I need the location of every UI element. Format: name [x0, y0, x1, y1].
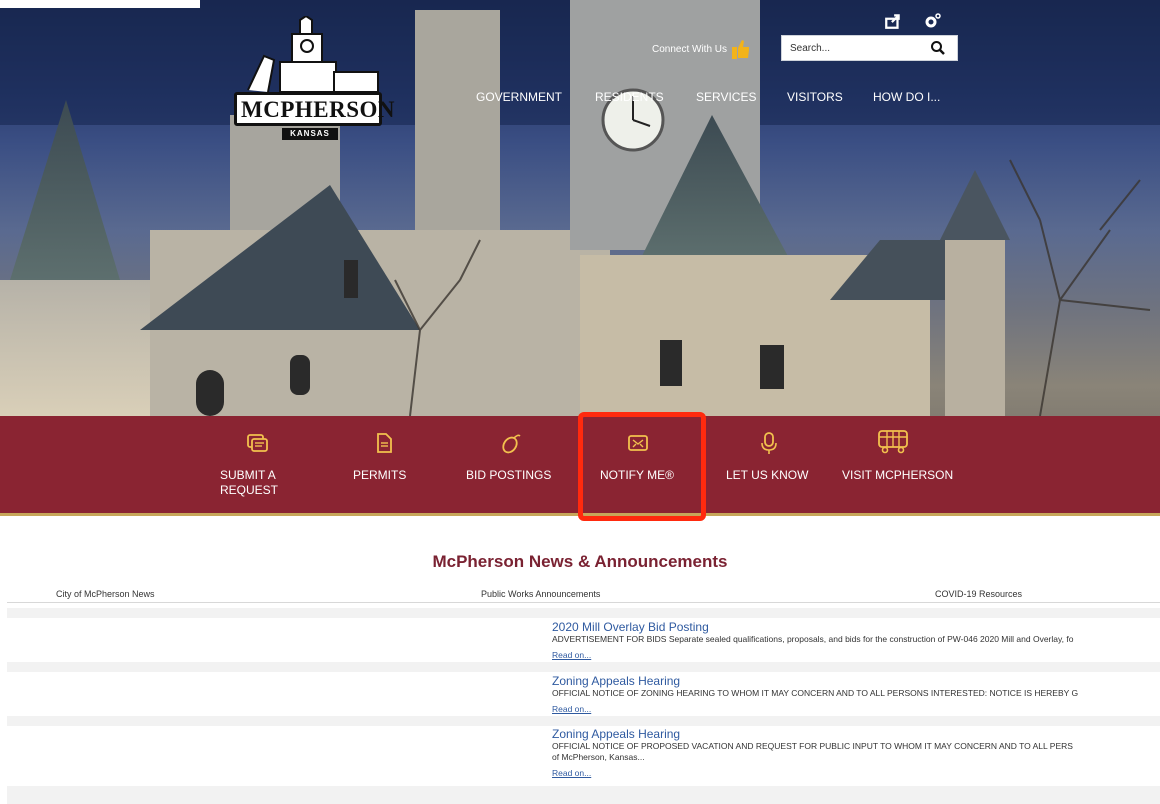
trolley-icon	[878, 430, 908, 454]
document-icon	[377, 433, 392, 453]
news-item: 2020 Mill Overlay Bid Posting ADVERTISEM…	[552, 620, 1160, 663]
thumbs-up-icon	[732, 40, 750, 59]
news-excerpt: OFFICIAL NOTICE OF PROPOSED VACATION AND…	[552, 741, 1073, 751]
quick-link-submit-request[interactable]: SUBMIT A REQUEST	[220, 416, 290, 513]
news-excerpt: OFFICIAL NOTICE OF ZONING HEARING TO WHO…	[552, 688, 1079, 698]
news-excerpt: ADVERTISEMENT FOR BIDS Separate sealed q…	[552, 634, 1074, 644]
nav-residents[interactable]: RESIDENTS	[595, 90, 664, 104]
news-item: Zoning Appeals Hearing OFFICIAL NOTICE O…	[552, 674, 1160, 717]
news-headline-link[interactable]: 2020 Mill Overlay Bid Posting	[552, 620, 1160, 634]
read-on-link[interactable]: Read on...	[552, 768, 591, 779]
row-separator	[7, 786, 1160, 804]
nav-services[interactable]: SERVICES	[696, 90, 756, 104]
quick-link-label: VISIT MCPHERSON	[842, 468, 954, 482]
quick-link-visit-mcpherson[interactable]: VISIT MCPHERSON	[842, 416, 958, 513]
quick-link-label: PERMITS	[353, 468, 407, 482]
quick-link-label: SUBMIT A REQUEST	[220, 468, 279, 497]
logo-word: MCPHERSON	[241, 97, 395, 122]
news-section-title: McPherson News & Announcements	[432, 552, 728, 571]
microphone-icon	[761, 432, 777, 454]
search-input[interactable]	[782, 37, 922, 59]
connect-with-us[interactable]: Connect With Us	[652, 38, 751, 60]
news-item: Zoning Appeals Hearing OFFICIAL NOTICE O…	[552, 727, 1160, 781]
quick-link-let-us-know[interactable]: LET US KNOW	[726, 416, 816, 513]
search-box[interactable]	[781, 35, 958, 61]
courthouse-illustration	[0, 0, 1151, 416]
row-separator	[7, 608, 1160, 618]
logo-subtitle: KANSAS	[282, 128, 338, 140]
news-headline-link[interactable]: Zoning Appeals Hearing	[552, 727, 1160, 741]
highlight-box	[578, 412, 706, 521]
tab-city-news[interactable]: City of McPherson News	[56, 589, 155, 599]
nav-visitors[interactable]: VISITORS	[787, 90, 843, 104]
search-icon[interactable]	[930, 40, 946, 56]
quick-link-permits[interactable]: PERMITS	[353, 416, 413, 513]
quick-link-label: LET US KNOW	[726, 468, 809, 482]
quick-link-bid-postings[interactable]: BID POSTINGS	[466, 416, 556, 513]
page-root: Connect With Us MCPHERSON KANSAS GOVERNM…	[0, 0, 1160, 804]
mouse-icon	[502, 434, 521, 454]
nav-government[interactable]: GOVERNMENT	[476, 90, 562, 104]
row-separator	[7, 662, 1160, 672]
utility-icons	[884, 12, 942, 30]
top-note	[0, 0, 200, 8]
news-tabs: City of McPherson News Public Works Anno…	[7, 588, 1160, 603]
news-headline-link[interactable]: Zoning Appeals Hearing	[552, 674, 1160, 688]
read-on-link[interactable]: Read on...	[552, 650, 591, 661]
share-icon[interactable]	[884, 12, 902, 30]
row-separator	[7, 716, 1160, 726]
settings-icon[interactable]	[924, 12, 942, 30]
tab-public-works[interactable]: Public Works Announcements	[481, 589, 600, 599]
connect-label: Connect With Us	[652, 43, 728, 55]
speech-bubble-icon	[247, 434, 268, 452]
nav-how-do-i[interactable]: HOW DO I...	[873, 90, 940, 104]
read-on-link[interactable]: Read on...	[552, 704, 591, 715]
tab-covid-resources[interactable]: COVID-19 Resources	[935, 589, 1022, 599]
quick-link-label: BID POSTINGS	[466, 468, 552, 482]
logo-wordmark[interactable]: MCPHERSON	[234, 92, 395, 126]
news-excerpt-continued: of McPherson, Kansas...	[552, 752, 645, 762]
